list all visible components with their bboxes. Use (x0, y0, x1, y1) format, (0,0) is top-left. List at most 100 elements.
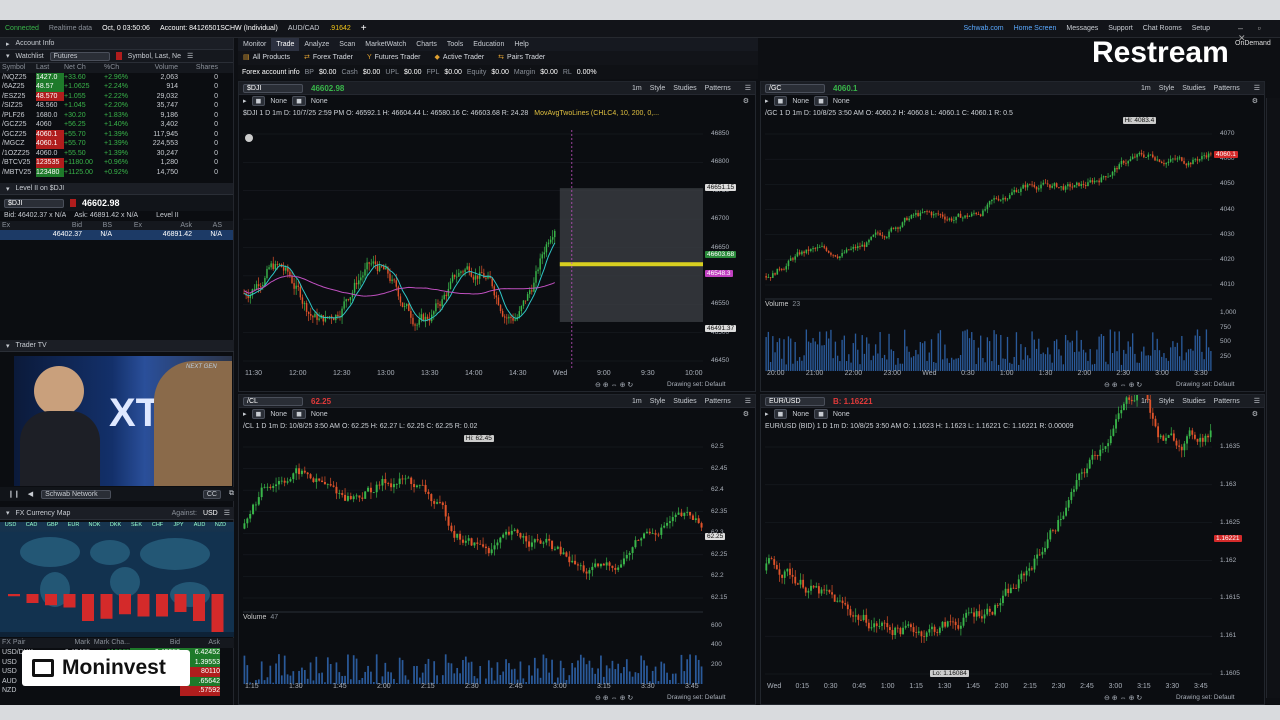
collapse-icon[interactable]: ▾ (6, 509, 10, 517)
level2-mode[interactable]: Level II (156, 211, 179, 221)
zoom-controls[interactable]: ⊖ ⊕ ⇔ ⊕ ↻ (595, 381, 633, 389)
col-fx-bid[interactable]: Bid (130, 638, 180, 648)
fx-bar[interactable] (100, 594, 113, 619)
watchlist-row[interactable]: /ESZ25 48.570 +1.055 +2.22% 29,032 0 (0, 91, 233, 101)
fx-currency-label[interactable]: NOK (84, 522, 105, 532)
account-info-header[interactable]: ▸ Account Info (0, 38, 233, 50)
nav-tab-education[interactable]: Education (468, 38, 509, 52)
zoom-controls[interactable]: ⊖ ⊕ ⇔ ⊕ ↻ (595, 694, 633, 702)
fx-bar[interactable] (45, 594, 57, 606)
zoom-controls[interactable]: ⊖ ⊕ ⇔ ⊕ ↻ (1104, 694, 1142, 702)
chart-panel-dji[interactable]: $DJI 46602.98 1m Style Studies Patterns ☰ ▸ ◼ Non… (238, 81, 756, 392)
fx-bar[interactable] (156, 594, 168, 617)
fx-currency-label[interactable]: EUR (63, 522, 84, 532)
nav-tab-monitor[interactable]: Monitor (238, 38, 271, 52)
add-ticker-icon[interactable]: + (361, 23, 367, 34)
collapse-icon[interactable]: ▾ (6, 342, 10, 350)
watchlist-row[interactable]: /1OZZ25 4060.0 +55.50 +1.39% 30,247 0 (0, 149, 233, 159)
fx-bar[interactable] (26, 594, 39, 603)
price-plot[interactable] (239, 82, 755, 391)
nav-tab-charts[interactable]: Charts (411, 38, 442, 52)
info-bubble-icon[interactable] (245, 134, 253, 142)
nav-tab-tools[interactable]: Tools (442, 38, 468, 52)
col-volume[interactable]: Volume (134, 63, 178, 73)
pause-icon[interactable]: ❙❙ (8, 490, 20, 498)
watchlist-row[interactable]: /GCZ25 4060.1 +55.70 +1.39% 117,945 0 (0, 129, 233, 139)
col-shares[interactable]: Shares (178, 63, 218, 73)
fx-currency-label[interactable]: USD (0, 522, 21, 532)
link-home-screen[interactable]: Home Screen (1014, 25, 1057, 32)
col-mark[interactable]: Mark (50, 638, 90, 648)
subtab-futures-trader[interactable]: Y Futures Trader (362, 51, 426, 65)
link-support[interactable]: Support (1108, 25, 1133, 32)
tv-channel-selector[interactable]: Schwab Network (41, 489, 112, 499)
nav-tab-scan[interactable]: Scan (334, 38, 360, 52)
fx-bar[interactable] (174, 594, 187, 612)
nav-tab-analyze[interactable]: Analyze (299, 38, 334, 52)
subtab-all-products[interactable]: ▤ All Products (238, 51, 295, 65)
watchlist-row[interactable]: /MBTV25 123480 +1125.00 +0.92% 14,750 0 (0, 167, 233, 177)
chart-panel-cl[interactable]: /CL 62.25 1m Style Studies Patterns ☰ ▸ ◼ None ◼ No… (238, 394, 756, 705)
fx-currency-label[interactable]: DKK (105, 522, 126, 532)
watchlist-search[interactable]: Symbol, Last, Ne (128, 53, 181, 60)
chart-panel-gc[interactable]: /GC 4060.1 1m Style Studies Patterns ☰ ▸ ◼ None ◼ N… (760, 81, 1265, 392)
price-plot[interactable] (761, 82, 1264, 391)
watchlist-selector[interactable]: Futures (49, 51, 110, 61)
fx-currency-label[interactable]: GBP (42, 522, 63, 532)
fx-against-selector[interactable]: USD (203, 510, 218, 517)
level2-row[interactable]: 46402.37 N/A 46891.42 N/A (0, 230, 233, 240)
fx-bar[interactable] (119, 594, 131, 615)
popout-icon[interactable]: ⧉ (229, 490, 234, 498)
price-plot[interactable] (761, 395, 1264, 704)
menu-icon[interactable]: ☰ (224, 509, 230, 517)
fx-currency-label[interactable]: CHF (147, 522, 168, 532)
drawing-set-label[interactable]: Drawing set: Default (667, 694, 726, 701)
fx-bar[interactable] (137, 594, 150, 617)
menu-icon[interactable]: ☰ (187, 52, 193, 60)
subtab-active-trader[interactable]: ◆ Active Trader (430, 51, 490, 65)
nav-tab-marketwatch[interactable]: MarketWatch (360, 38, 411, 52)
fx-bar[interactable] (193, 594, 205, 621)
col-last[interactable]: Last (36, 63, 64, 73)
fx-currency-label[interactable]: CAD (21, 522, 42, 532)
trader-tv-video[interactable]: XT NEXT GEN (14, 356, 232, 486)
fx-currency-label[interactable]: JPY (168, 522, 189, 532)
watchlist-row[interactable]: /MGCZ 4060.1 +55.70 +1.39% 224,553 0 (0, 139, 233, 149)
fx-currency-label[interactable]: NZD (210, 522, 231, 532)
price-plot[interactable] (239, 395, 755, 704)
collapse-icon[interactable]: ▾ (6, 185, 10, 193)
link-color-icon[interactable] (70, 199, 76, 207)
watchlist-row[interactable]: /GCZ25 4060 +56.25 +1.40% 3,402 0 (0, 120, 233, 130)
nav-tab-help[interactable]: Help (509, 38, 533, 52)
zoom-controls[interactable]: ⊖ ⊕ ⇔ ⊕ ↻ (1104, 381, 1142, 389)
fx-row[interactable]: NZD .57592 (0, 686, 234, 696)
ticker-pair[interactable]: AUD/CAD (288, 25, 320, 32)
volume-icon[interactable]: ◀ (28, 490, 33, 498)
watchlist-row[interactable]: /BTCV25 123535 +1180.00 +0.96% 1,280 0 (0, 158, 233, 168)
level2-symbol-input[interactable]: $DJI (4, 198, 64, 208)
chart-panel-eur[interactable]: EUR/USD B: 1.16221 1m Style Studies Patterns ☰… (760, 394, 1265, 705)
col-net-change[interactable]: Net Ch (64, 63, 104, 73)
link-messages[interactable]: Messages (1066, 25, 1098, 32)
link-color-icon[interactable] (115, 52, 122, 60)
drawing-set-label[interactable]: Drawing set: Default (1176, 694, 1235, 701)
link-schwab[interactable]: Schwab.com (963, 25, 1003, 32)
col-mark-change[interactable]: Mark Cha... (90, 638, 130, 648)
cc-icon[interactable]: CC (202, 489, 221, 499)
account-selector[interactable]: Account: 84126501SCHW (Individual) (160, 25, 278, 32)
subtab-pairs-trader[interactable]: ⇆ Pairs Trader (493, 51, 550, 65)
fx-bar[interactable] (211, 594, 224, 632)
col-fx-ask[interactable]: Ask (180, 638, 220, 648)
link-chat-rooms[interactable]: Chat Rooms (1143, 25, 1182, 32)
fx-bar[interactable] (82, 594, 94, 621)
col-fx-pair[interactable]: FX Pair (0, 638, 50, 648)
fx-bar[interactable] (8, 594, 20, 597)
window-controls[interactable]: – ▫ ✕ (1238, 23, 1280, 44)
fx-bar[interactable] (63, 594, 76, 608)
nav-tab-trade[interactable]: Trade (271, 37, 300, 52)
fx-currency-label[interactable]: SEK (126, 522, 147, 532)
watchlist-row[interactable]: /NQZ25 1427.0 +33.60 +2.96% 2,063 0 (0, 72, 233, 82)
drawing-set-label[interactable]: Drawing set: Default (1176, 381, 1235, 388)
watchlist-row[interactable]: /6AZ25 48.57 +1.0625 +2.24% 914 0 (0, 82, 233, 92)
col-symbol[interactable]: Symbol (2, 63, 36, 73)
